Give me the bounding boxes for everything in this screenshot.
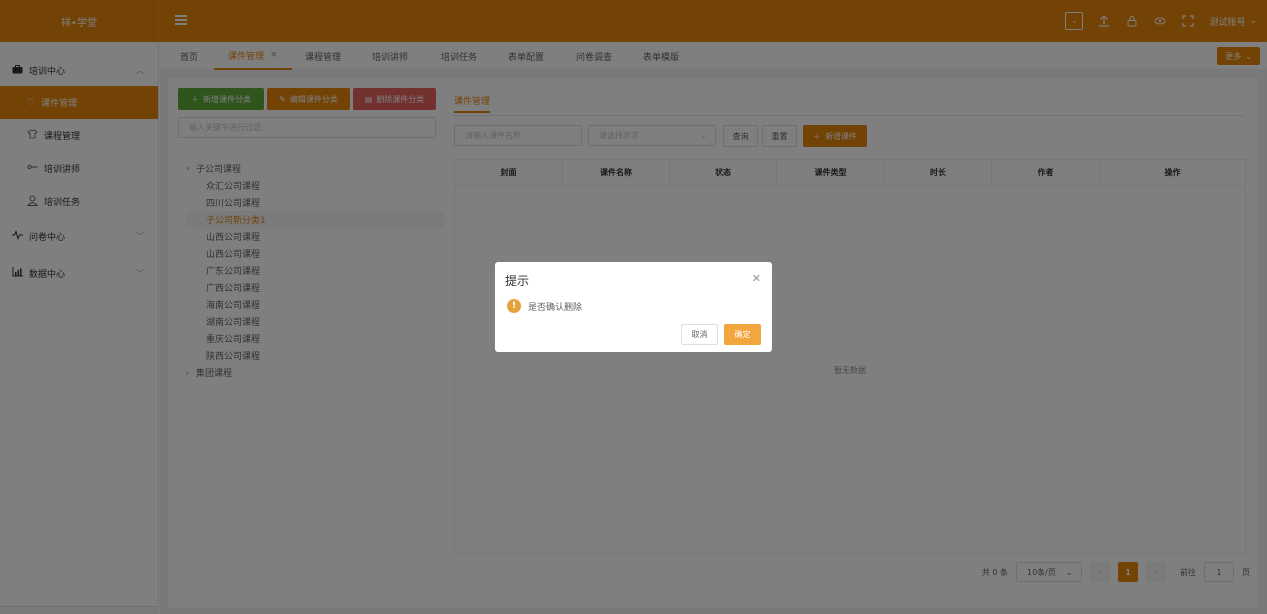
confirm-dialog: 提示 ✕ ! 是否确认删除 取消 确定 [495, 262, 772, 352]
dialog-title: 提示 [505, 274, 530, 288]
cancel-button[interactable]: 取消 [681, 324, 718, 345]
confirm-button[interactable]: 确定 [724, 324, 761, 345]
dialog-message: ! 是否确认删除 [507, 299, 582, 313]
warning-icon: ! [507, 299, 521, 313]
close-icon[interactable]: ✕ [752, 272, 761, 285]
